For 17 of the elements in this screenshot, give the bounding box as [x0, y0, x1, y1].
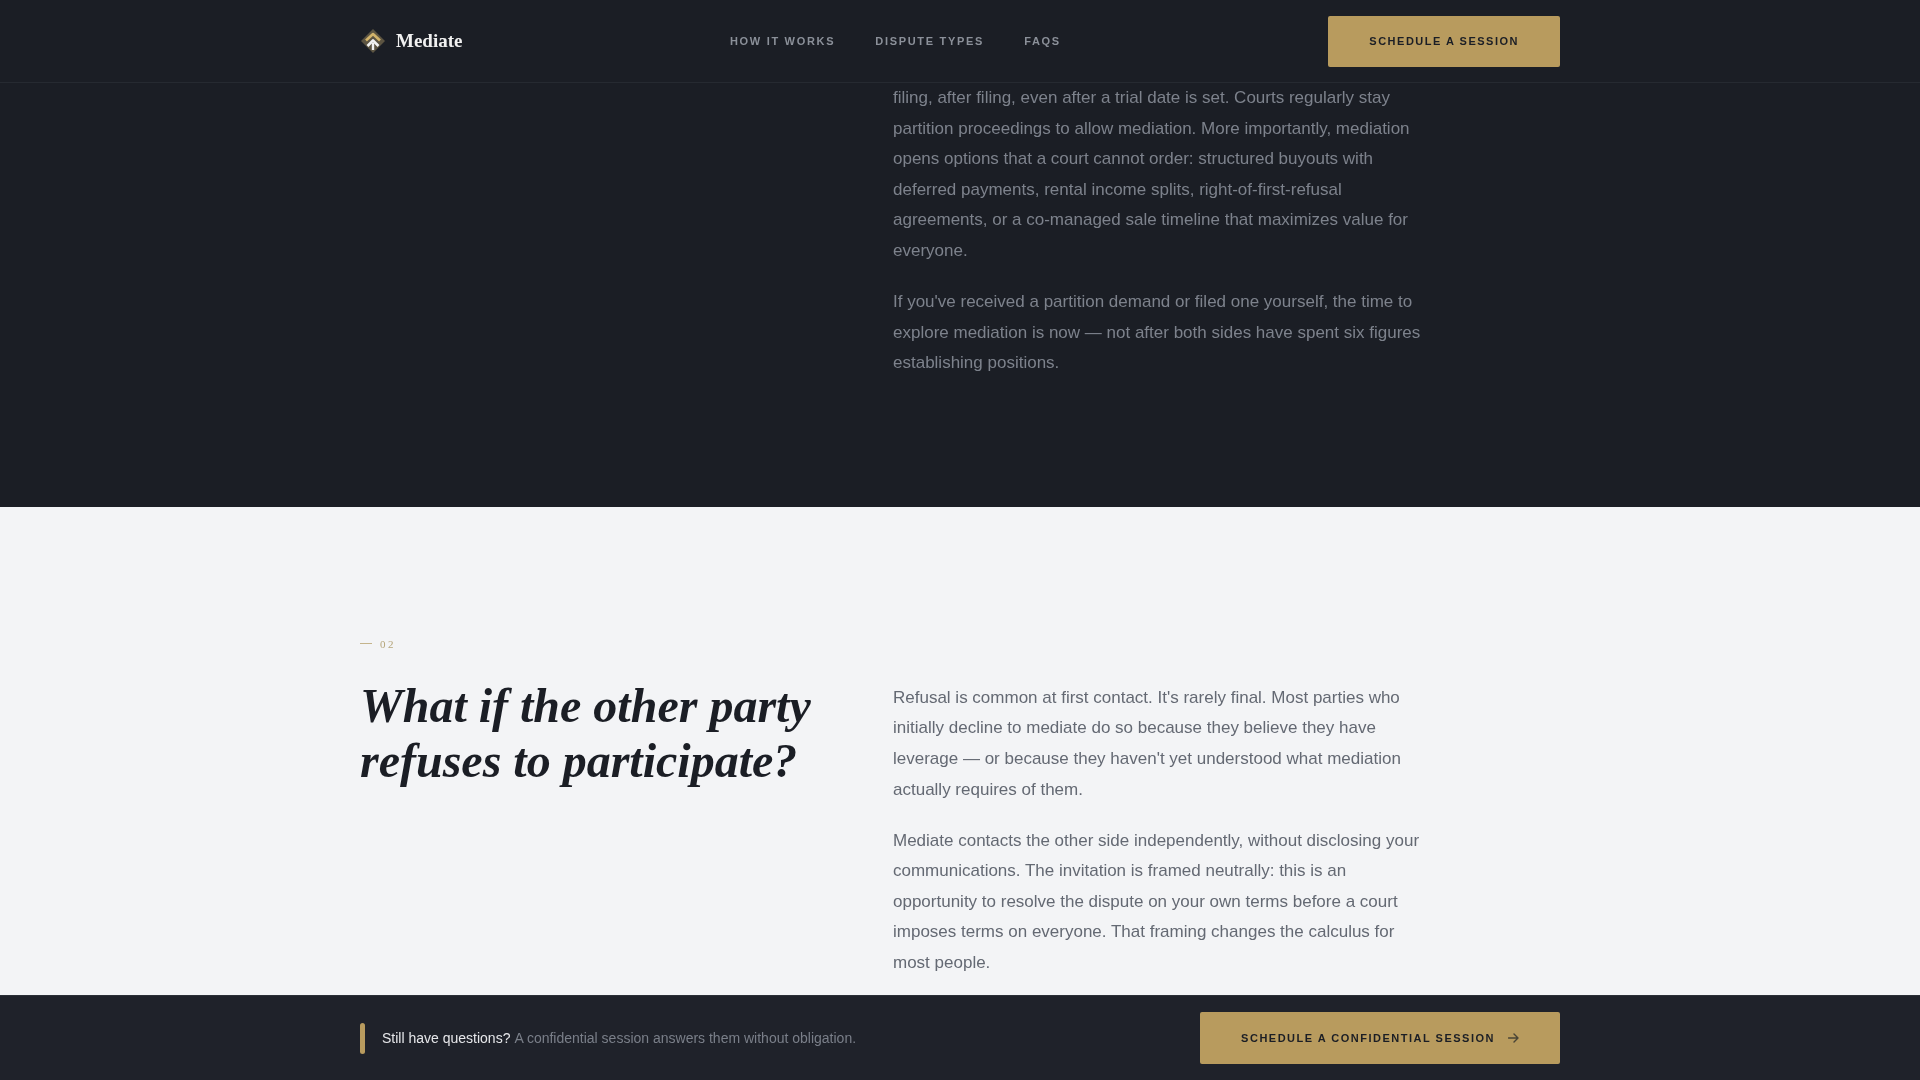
- body-paragraph: If you've received a partition demand or filed one yourself, the time to explore mediation is now — not after both sides have spent six figures establishing positions.: [893, 290, 1422, 375]
- body-paragraph: Mediate contacts the other side independently, without disclosing your communications. The invitation is framed neutrally: this is an opportunity to resolve the dispute on your own terms before a court imposes terms on everyone. That framing changes the calculus for most people.: [893, 829, 1421, 974]
- nav-link[interactable]: FAQS: [1024, 35, 1061, 47]
- section-number: 02: [380, 636, 396, 651]
- schedule-session-button[interactable]: SCHEDULE A SESSION: [1328, 15, 1560, 67]
- body-paragraph: Refusal is common at first contact. It's rarely final. Most parties who initially decline to mediate do so because they believe they have leverage — or because they haven't yet understood what mediation actually requires of them.: [893, 686, 1402, 801]
- logo-icon: [360, 28, 386, 54]
- note-text: A confidential session answers them without obligation.: [514, 1030, 857, 1046]
- prompt-text: Still have questions?: [382, 1030, 511, 1046]
- section-heading: What if the other party refuses to participate?: [360, 677, 812, 790]
- arrow-right-icon: [1508, 1033, 1519, 1043]
- schedule-confidential-session-button[interactable]: SCHEDULE A CONFIDENTIAL SESSION: [1200, 1012, 1560, 1064]
- nav-link[interactable]: DISPUTE TYPES: [875, 35, 985, 47]
- accent-bar: [360, 1022, 365, 1054]
- brand-link[interactable]: Mediate: [360, 28, 463, 54]
- nav-link[interactable]: HOW IT WORKS: [729, 35, 836, 47]
- body-paragraph: filing, after filing, even after a trial date is set. Courts regularly stay partition proceedings to allow mediation. More importantly, mediation opens options that a court cannot order: structured buyouts with deferred payments, rental income splits, right-of-first-refusal agreements, or a co-managed sale timeline that maximizes value for everyone.: [893, 87, 1411, 262]
